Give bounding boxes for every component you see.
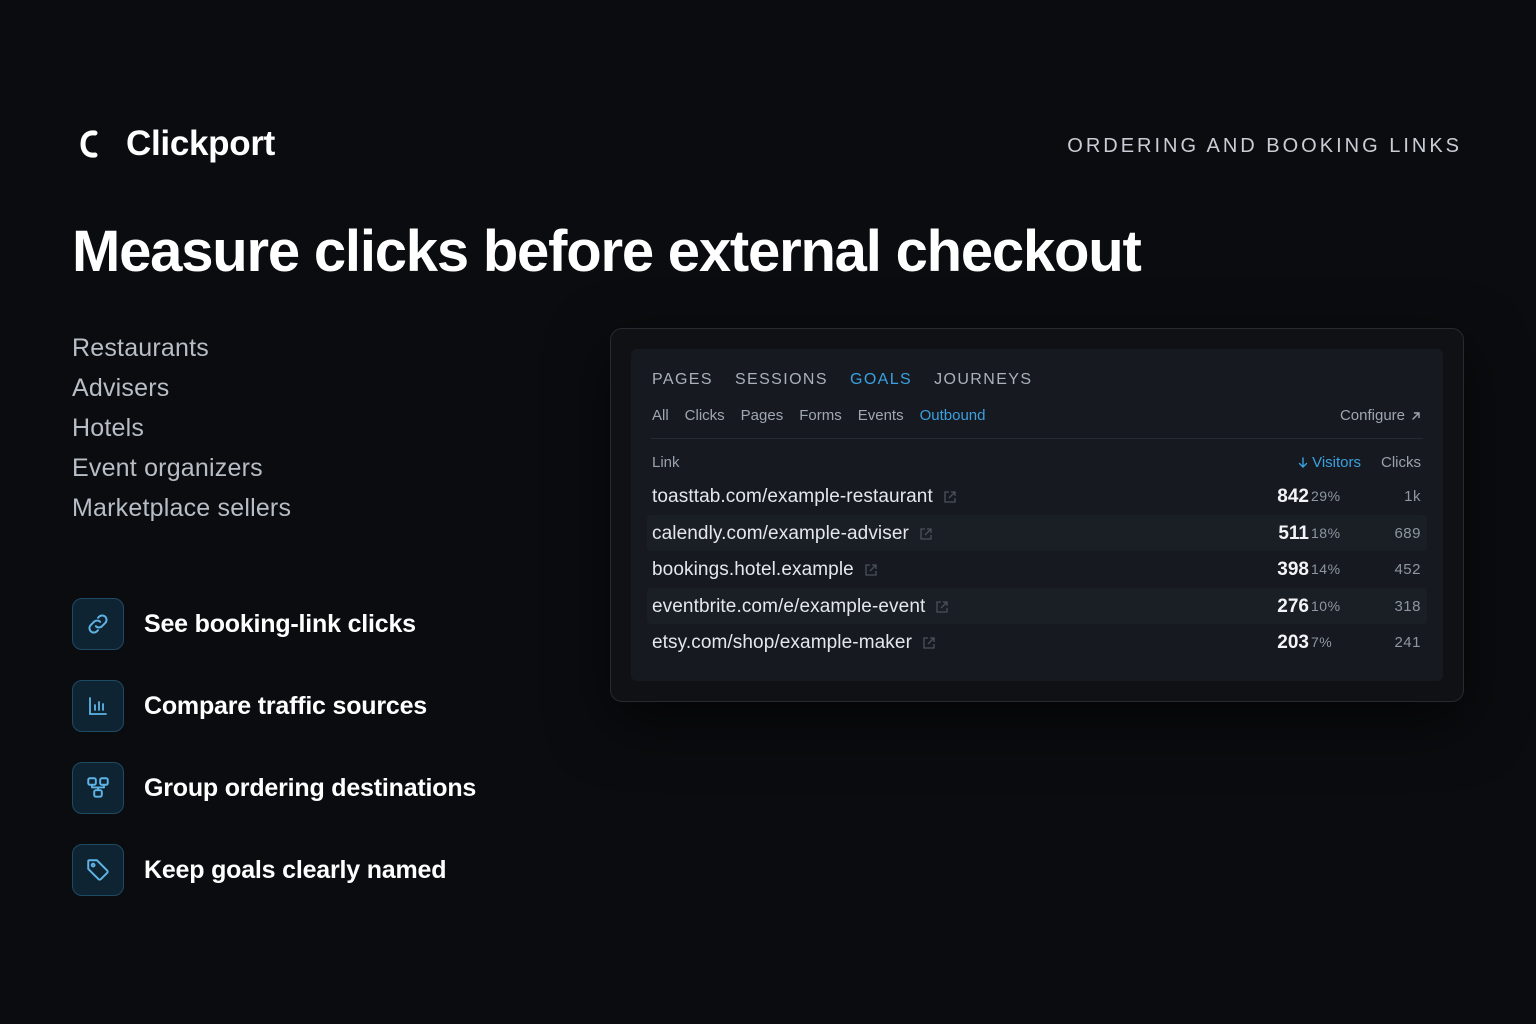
audience-item: Restaurants [72,334,209,362]
clicks-value: 452 [1394,561,1421,579]
tab-journeys[interactable]: JOURNEYS [934,371,1032,389]
page-title: Measure clicks before external checkout [72,219,1142,284]
link-url: bookings.hotel.example [652,559,854,581]
arrow-up-right-icon [1412,411,1420,420]
link-cell[interactable]: bookings.hotel.example [652,559,878,581]
link-url: eventbrite.com/e/example-event [652,595,926,617]
link-url: calendly.com/example-adviser [652,522,909,544]
column-visitors-sort[interactable]: Visitors [1298,454,1361,471]
table-row[interactable]: toasttab.com/example-restaurant 842 29% … [647,478,1427,515]
column-clicks[interactable]: Clicks [1381,454,1421,471]
link-url: etsy.com/shop/example-maker [652,632,912,654]
external-link-icon [920,527,932,540]
feature-label: Keep goals clearly named [144,855,447,884]
audience-item: Advisers [72,374,170,402]
audience-item: Hotels [72,414,145,442]
clicks-value: 241 [1394,634,1421,652]
feature-label: Compare traffic sources [144,691,427,720]
clicks-value: 318 [1394,597,1421,615]
table-row[interactable]: calendly.com/example-adviser 511 18% 689 [647,514,1427,552]
feature-item: Compare traffic sources [72,680,476,732]
visitors-percent: 29% [1311,488,1341,504]
table-header: Link Visitors Clicks [652,454,1421,474]
visitors-percent: 14% [1311,561,1341,578]
audience-item: Marketplace sellers [72,494,292,522]
tag-icon [72,844,124,896]
brand-name: Clickport [126,124,275,163]
analytics-panel: PAGES SESSIONS GOALS JOURNEYS All Clicks… [610,328,1464,702]
visitors-percent: 7% [1311,634,1333,651]
goals-card: PAGES SESSIONS GOALS JOURNEYS All Clicks… [631,349,1443,681]
external-link-icon [865,564,877,576]
external-link-icon [936,601,949,613]
bar-chart-icon [72,680,124,732]
filter-all[interactable]: All [652,407,669,424]
filter-outbound[interactable]: Outbound [920,407,986,424]
column-visitors-label: Visitors [1312,454,1361,471]
link-url: toasttab.com/example-restaurant [652,486,933,507]
configure-label: Configure [1339,407,1405,424]
visitors-percent: 10% [1311,597,1341,614]
tab-sessions[interactable]: SESSIONS [735,371,828,389]
link-cell[interactable]: etsy.com/shop/example-maker [652,632,936,654]
tab-goals[interactable]: GOALS [850,371,912,389]
top-tagline: ORDERING AND BOOKING LINKS [1067,135,1462,157]
visitors-value: 842 [1277,486,1309,507]
feature-label: See booking-link clicks [144,609,416,638]
feature-label: Group ordering destinations [144,773,477,802]
visitors-value: 511 [1278,522,1309,544]
visitors-percent: 18% [1311,524,1341,541]
filter-pages[interactable]: Pages [741,407,784,424]
divider [651,438,1423,439]
feature-item: Keep goals clearly named [72,844,476,896]
clicks-value: 689 [1394,524,1421,542]
tab-pages[interactable]: PAGES [652,371,713,389]
filter-clicks[interactable]: Clicks [685,407,725,424]
goal-filters: All Clicks Pages Forms Events Outbound [652,407,1001,424]
link-icon [72,598,124,650]
clicks-value: 1k [1404,488,1421,505]
brand[interactable]: Clickport [76,124,275,164]
feature-item: See booking-link clicks [72,598,476,650]
link-cell[interactable]: eventbrite.com/e/example-event [652,596,949,618]
filter-forms[interactable]: Forms [799,407,842,424]
configure-button[interactable]: Configure [1340,407,1421,424]
audience-list: Restaurants Advisers Hotels Event organi… [72,332,291,532]
feature-list: See booking-link clicks Compare traffic … [72,598,476,926]
feature-item: Group ordering destinations [72,762,476,814]
visitors-value: 276 [1277,595,1309,617]
external-link-icon [923,637,935,650]
visitors-value: 398 [1277,559,1309,581]
visitors-value: 203 [1277,632,1309,654]
c-logo-icon [76,125,102,163]
external-link-icon [944,491,956,503]
table-row[interactable]: etsy.com/shop/example-maker 203 7% 241 [647,624,1427,661]
table-body: toasttab.com/example-restaurant 842 29% … [647,478,1427,661]
link-cell[interactable]: calendly.com/example-adviser [652,523,933,545]
main-tabs: PAGES SESSIONS GOALS JOURNEYS [652,371,1054,389]
filter-events[interactable]: Events [858,407,904,424]
table-row[interactable]: bookings.hotel.example 398 14% 452 [647,551,1427,588]
column-link: Link [652,454,680,471]
audience-item: Event organizers [72,454,263,482]
group-icon [72,762,124,814]
link-cell[interactable]: toasttab.com/example-restaurant [652,486,957,508]
table-row[interactable]: eventbrite.com/e/example-event 276 10% 3… [647,587,1427,625]
arrow-down-icon [1298,456,1308,468]
